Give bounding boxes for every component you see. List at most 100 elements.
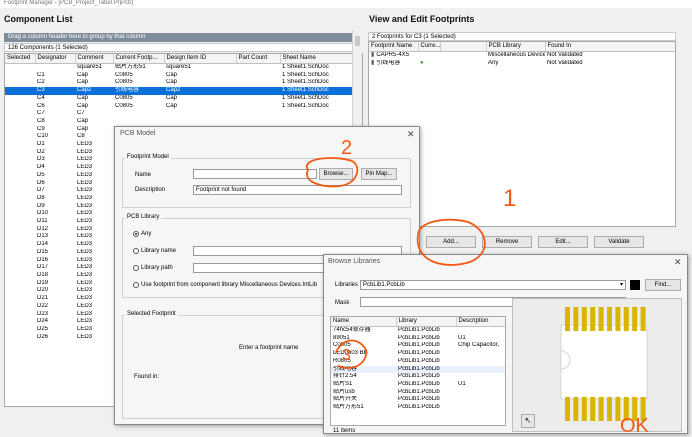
column-header[interactable]: Design Item ID: [164, 54, 237, 64]
table-row[interactable]: ▮CAPR5-4X5 Miscellaneous Devices...Not Va…: [369, 52, 675, 60]
radio-use-component-library[interactable]: Use footprint from component library Mis…: [133, 282, 317, 289]
pointer-icon[interactable]: ↖: [521, 414, 535, 428]
edit-footprint-button[interactable]: Edit...: [538, 236, 588, 248]
description-input[interactable]: Footprint not found: [193, 185, 402, 195]
table-cell: [236, 64, 280, 72]
column-header[interactable]: Part Count: [236, 54, 281, 64]
table-row[interactable]: C6 Cap C0805 Cap 1 Sheet1.SchDoc: [5, 103, 355, 111]
footprint-icon: ▮: [371, 52, 375, 58]
table-row[interactable]: 74hc54锁存器 PcbLib1.PcbLib: [331, 327, 505, 335]
radio-library-path-indicator[interactable]: [133, 265, 139, 272]
table-row[interactable]: C7 C7: [5, 110, 355, 118]
table-cell: D21: [37, 295, 49, 302]
table-cell: D16: [37, 256, 49, 263]
table-cell: D12: [37, 225, 49, 232]
chevron-down-icon[interactable]: ▾: [620, 281, 623, 289]
table-cell: D2: [37, 148, 45, 155]
group-by-area[interactable]: Drag a column header here to group by th…: [4, 33, 354, 42]
radio-library-path[interactable]: Library path: [133, 265, 173, 272]
table-cell: LED3: [77, 187, 93, 194]
table-row[interactable]: C2 Cap C0805 Cap 1 Sheet1.SchDoc: [5, 79, 355, 87]
validate-footprint-button[interactable]: Validate: [594, 236, 644, 248]
pad: [640, 307, 646, 331]
table-cell: [280, 110, 355, 118]
radio-library-path-label: Library path: [141, 265, 173, 272]
found-in-label: Found in:: [134, 374, 160, 380]
table-cell: [5, 187, 35, 195]
table-row[interactable]: C8 Cap: [5, 118, 355, 126]
remove-footprint-button[interactable]: Remove: [482, 236, 532, 248]
column-header[interactable]: [440, 42, 487, 52]
table-row[interactable]: 贴片usb PcbLib1.PcbLib: [331, 389, 505, 397]
table-cell: [164, 110, 236, 118]
close-icon[interactable]: ✕: [407, 129, 415, 140]
find-button[interactable]: Find...: [645, 279, 681, 291]
pin-map-button[interactable]: Pin Map...: [361, 168, 397, 180]
table-cell: Cap: [77, 117, 89, 124]
table-cell: ▮ CAPR5-4X5: [369, 52, 418, 60]
close-icon[interactable]: ✕: [674, 257, 682, 268]
column-header[interactable]: Designator: [35, 54, 76, 64]
table-row[interactable]: 排针2.54 PcbLib1.PcbLib: [331, 373, 505, 381]
footprint-model-label: Footprint Model: [125, 154, 171, 160]
table-row[interactable]: square51 贴片方形51 square51 1 Sheet1.SchDoc: [5, 64, 355, 72]
table-cell: [5, 133, 35, 141]
table-row[interactable]: 89051 PcbLib1.PcbLib U1: [331, 335, 505, 343]
column-header[interactable]: PCB Library: [486, 42, 546, 52]
table-cell: [5, 249, 35, 257]
radio-library-name-indicator[interactable]: [133, 248, 139, 255]
pad: [623, 397, 629, 421]
table-row[interactable]: 贴片S1 PcbLib1.PcbLib U1: [331, 381, 505, 389]
table-row[interactable]: C3 Cap2 引线电容 Cap2 1 Sheet1.SchDoc: [5, 87, 355, 95]
table-row[interactable]: C1 Cap C0805 Cap 1 Sheet1.SchDoc: [5, 72, 355, 80]
browse-button[interactable]: Browse...: [319, 168, 353, 180]
table-row[interactable]: 引线电容 PcbLib1.PcbLib: [331, 365, 505, 374]
radio-use-component-library-indicator[interactable]: [133, 282, 139, 289]
radio-any[interactable]: Any: [133, 231, 151, 238]
table-cell: C1: [37, 71, 45, 78]
table-cell: [236, 79, 280, 87]
table-row[interactable]: C4 Cap C0805 Cap 1 Sheet1.SchDoc: [5, 95, 355, 103]
table-row[interactable]: LED0603 BB PcbLib1.PcbLib: [331, 350, 505, 358]
color-swatch[interactable]: [630, 280, 640, 290]
table-cell: D7: [37, 187, 45, 194]
table-row[interactable]: R0805 PcbLib1.PcbLib: [331, 358, 505, 366]
radio-library-name[interactable]: Library name: [133, 248, 176, 255]
column-header[interactable]: Library: [396, 317, 457, 327]
table-cell: C7: [77, 110, 85, 117]
table-cell: LED3: [77, 210, 93, 217]
footprint-name-input[interactable]: [193, 169, 317, 179]
table-cell: C8: [77, 133, 85, 140]
column-header[interactable]: Footprint Name: [369, 42, 419, 52]
column-header[interactable]: Name: [331, 317, 397, 327]
column-header[interactable]: Current Footp...: [113, 54, 165, 64]
column-header[interactable]: Selected: [5, 54, 36, 64]
pad: [590, 397, 596, 421]
table-row[interactable]: 贴片开关 PcbLib1.PcbLib: [331, 396, 505, 404]
column-header[interactable]: Description: [456, 317, 505, 327]
column-header[interactable]: Found In: [545, 42, 675, 52]
table-cell: [113, 110, 164, 118]
table-cell: D8: [37, 194, 45, 201]
table-cell: [440, 60, 486, 68]
table-cell: LED3: [77, 325, 93, 332]
column-header[interactable]: Sheet Name: [280, 54, 356, 64]
table-cell: [456, 366, 505, 374]
radio-any-indicator[interactable]: [133, 231, 139, 238]
table-cell: [5, 118, 35, 126]
add-footprint-button[interactable]: Add...: [426, 236, 476, 248]
table-cell: [5, 72, 35, 80]
table-cell: [164, 118, 236, 126]
footprint-library-grid[interactable]: Name Library Description 74hc54锁存器 PcbLib1.…: [330, 316, 506, 426]
table-cell: C8: [37, 117, 45, 124]
table-row[interactable]: ▮ 引线电容 ● Any Not Validated: [369, 60, 675, 68]
table-row[interactable]: C0805 PcbLib1.PcbLib Chip Capacitor,: [331, 342, 505, 350]
table-row[interactable]: 贴片方形51 PcbLib1.PcbLib: [331, 404, 505, 412]
column-header[interactable]: Comment: [75, 54, 114, 64]
table-cell: [5, 156, 35, 164]
pad: [615, 307, 621, 331]
table-cell: D14: [37, 241, 49, 248]
column-header[interactable]: Curre...: [418, 42, 441, 52]
libraries-select[interactable]: PcbLib1.PcbLib ▾: [360, 280, 626, 290]
browse-libraries-dialog: Browse Libraries ✕ Libraries PcbLib1.Pcb…: [323, 254, 688, 434]
